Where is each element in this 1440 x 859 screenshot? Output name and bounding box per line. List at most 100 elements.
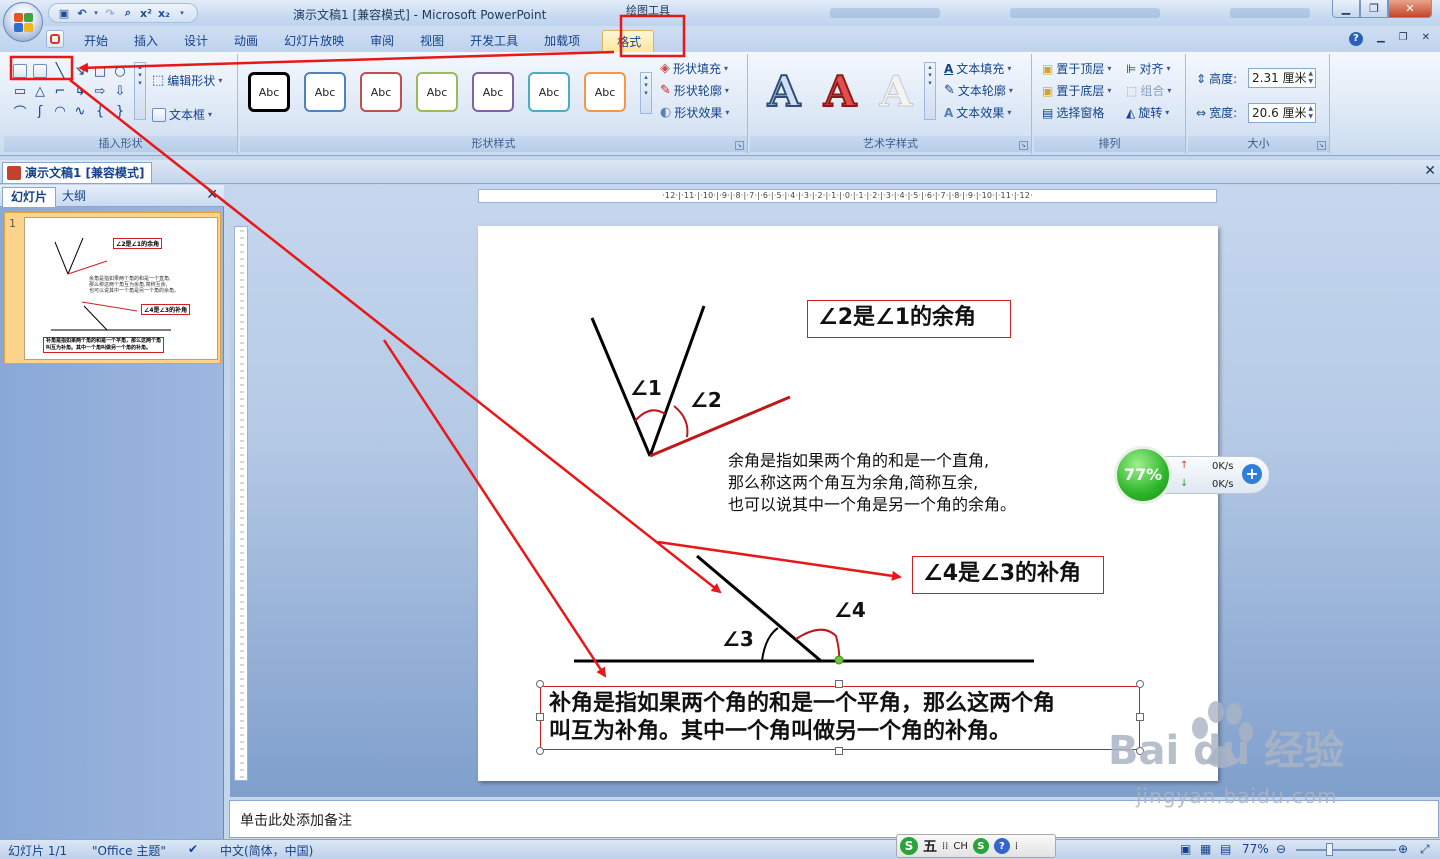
shape-style-option[interactable]: Abc (304, 72, 346, 112)
close-document-icon[interactable]: ✕ (1424, 163, 1436, 179)
shape-outline-button[interactable]: ✎ 形状轮廓 ▾ (660, 82, 729, 99)
document-tab[interactable]: 演示文稿1 [兼容模式] (2, 162, 152, 183)
right-arrow-icon[interactable]: ⇨ (92, 83, 108, 99)
zoom-out-icon[interactable]: ⊖ (1276, 842, 1286, 856)
oval-shape-icon[interactable]: ○ (112, 63, 128, 79)
plus-icon[interactable]: + (1242, 464, 1262, 484)
left-brace-icon[interactable]: { (92, 103, 108, 119)
subscript-icon[interactable]: x₂ (157, 6, 171, 20)
shapes-gallery[interactable]: ╲ ↘ □ ○ ▭ △ ⌐ ↳ ⇨ ⇩ ⌒ ʃ ◠ ∿ { } (8, 60, 138, 122)
slide-canvas[interactable]: ∠2是∠1的余角 ∠1 ∠2 余角是指如果两个角的和是一个直角, 那么称这两个角… (478, 226, 1218, 781)
rectangle-shape-icon[interactable]: □ (92, 63, 108, 79)
slide-thumbnail[interactable]: 1 ∠2是∠1的余角 余角是指如果两个角的和是一个直角, 那么称这两个角互为余角… (4, 212, 221, 364)
shape-style-option[interactable]: Abc (416, 72, 458, 112)
shapes-gallery-scroll[interactable]: ▴ ▾ ▾ (134, 62, 146, 120)
undo-dropdown-icon[interactable]: ▾ (93, 6, 99, 20)
close-pane-icon[interactable]: ✕ (206, 187, 218, 203)
doc-close-icon[interactable]: ✕ (1422, 32, 1430, 46)
freeform-icon[interactable]: ⌒ (12, 103, 28, 121)
spellcheck-icon[interactable]: ✔ (188, 842, 198, 856)
label-box-complementary[interactable]: ∠2是∠1的余角 (807, 300, 1011, 338)
office-button[interactable] (3, 2, 43, 42)
edit-shape-button[interactable]: ⬚ 编辑形状 ▾ (152, 72, 222, 89)
close-button[interactable]: ✕ (1388, 0, 1432, 18)
redo-icon[interactable]: ↷ (103, 6, 117, 20)
restore-button[interactable]: ❐ (1360, 0, 1388, 18)
scribble-icon[interactable]: ʃ (32, 103, 48, 119)
triangle-shape-icon[interactable]: △ (32, 83, 48, 99)
shape-style-option[interactable]: Abc (528, 72, 570, 112)
undo-icon[interactable]: ↶ (75, 6, 89, 20)
memory-usage-ball[interactable]: 77% (1114, 446, 1172, 504)
definition-supplementary-textbox[interactable]: 补角是指如果两个角的和是一个平角，那么这两个角 叫互为补角。其中一个角叫做另一个… (540, 686, 1140, 750)
sogou-s-icon[interactable]: S (900, 837, 918, 855)
wubi-mode[interactable]: 五 (923, 836, 937, 856)
selection-pane-button[interactable]: ▤ 选择窗格 (1042, 104, 1104, 121)
tab-slides[interactable]: 幻灯片 (2, 187, 57, 207)
tab-slideshow[interactable]: 幻灯片放映 (270, 30, 356, 52)
ime-help-icon[interactable]: ? (993, 838, 1010, 854)
ime-lang[interactable]: CH (953, 841, 968, 852)
text-fill-button[interactable]: A 文本填充 ▾ (944, 60, 1011, 77)
print-preview-icon[interactable]: ⌕ (121, 6, 135, 20)
label-box-supplementary[interactable]: ∠4是∠3的补角 (912, 556, 1104, 594)
normal-view-icon[interactable]: ▣ (1180, 842, 1191, 856)
slideshow-view-icon[interactable]: ▤ (1220, 842, 1231, 856)
zoom-in-icon[interactable]: ⊕ (1398, 842, 1408, 856)
label-angle-2[interactable]: ∠2 (690, 388, 722, 412)
sogou-small-icon[interactable]: S (972, 838, 989, 854)
tab-home[interactable]: 开始 (70, 30, 120, 52)
resize-handle[interactable] (835, 680, 843, 688)
zoom-slider-thumb[interactable] (1326, 843, 1333, 856)
resize-handle[interactable] (536, 713, 544, 721)
tab-design[interactable]: 设计 (170, 30, 220, 52)
tab-view[interactable]: 视图 (406, 30, 456, 52)
shape-style-option[interactable]: Abc (584, 72, 626, 112)
textbox-shape-icon[interactable] (12, 63, 28, 79)
shape-style-option[interactable]: Abc (360, 72, 402, 112)
label-angle-4[interactable]: ∠4 (834, 598, 866, 622)
down-arrow-icon[interactable]: ⇩ (112, 83, 128, 99)
send-to-back-button[interactable]: ▣ 置于底层 ▾ (1042, 82, 1111, 99)
wordart-gallery-scroll[interactable]: ▴ ▾ ▾ (924, 62, 936, 120)
elbow-connector-icon[interactable]: ⌐ (52, 83, 68, 99)
resize-handle[interactable] (1136, 713, 1144, 721)
resize-handle[interactable] (1136, 680, 1144, 688)
arrow-line-icon[interactable]: ↘ (72, 63, 88, 79)
save-icon[interactable]: ▣ (57, 6, 71, 20)
superscript-icon[interactable]: x² (139, 6, 153, 20)
shape-style-option[interactable]: Abc (248, 72, 290, 112)
resize-handle[interactable] (835, 747, 843, 755)
doc-restore-icon[interactable]: ❐ (1399, 32, 1408, 46)
wordart-style-white[interactable]: A (870, 66, 922, 118)
customize-qat-icon[interactable]: ▾ (175, 6, 189, 20)
sorter-view-icon[interactable]: ▦ (1200, 842, 1211, 856)
zoom-level[interactable]: 77% (1242, 842, 1269, 856)
text-effects-button[interactable]: A 文本效果 ▾ (944, 104, 1011, 121)
connector-icon[interactable]: ↳ (72, 83, 88, 99)
rounded-rect-icon[interactable]: ▭ (12, 83, 28, 99)
zoom-slider[interactable] (1296, 849, 1396, 851)
ribbon-minimize-icon[interactable]: ▁ (1377, 32, 1385, 46)
tab-insert[interactable]: 插入 (120, 30, 170, 52)
tab-outline[interactable]: 大纲 (54, 187, 94, 207)
shape-fill-button[interactable]: ◈ 形状填充 ▾ (660, 60, 728, 77)
tab-review[interactable]: 审阅 (356, 30, 406, 52)
wordart-style-blue[interactable]: A (758, 66, 810, 118)
resize-handle[interactable] (536, 747, 544, 755)
style-gallery-scroll[interactable]: ▴ ▾ ▾ (640, 72, 652, 114)
label-angle-1[interactable]: ∠1 (630, 376, 662, 400)
width-input[interactable]: 20.6 厘米 ▲ ▼ (1248, 103, 1316, 123)
tab-format[interactable]: 格式 (602, 30, 655, 52)
resize-handle[interactable] (1136, 747, 1144, 755)
dialog-launcher-icon[interactable]: ↘ (735, 141, 744, 150)
minimize-button[interactable]: ▁ (1332, 0, 1360, 18)
label-angle-3[interactable]: ∠3 (722, 627, 754, 651)
fit-window-icon[interactable]: ⤢ (1420, 842, 1430, 857)
text-outline-button[interactable]: ✎ 文本轮廓 ▾ (944, 82, 1013, 99)
addin-app-icon[interactable] (46, 30, 64, 48)
width-spinner-icon[interactable]: ▲ ▼ (1308, 105, 1313, 121)
help-icon[interactable]: ? (1348, 32, 1363, 46)
bring-to-front-button[interactable]: ▣ 置于顶层 ▾ (1042, 60, 1111, 77)
resize-handle[interactable] (536, 680, 544, 688)
